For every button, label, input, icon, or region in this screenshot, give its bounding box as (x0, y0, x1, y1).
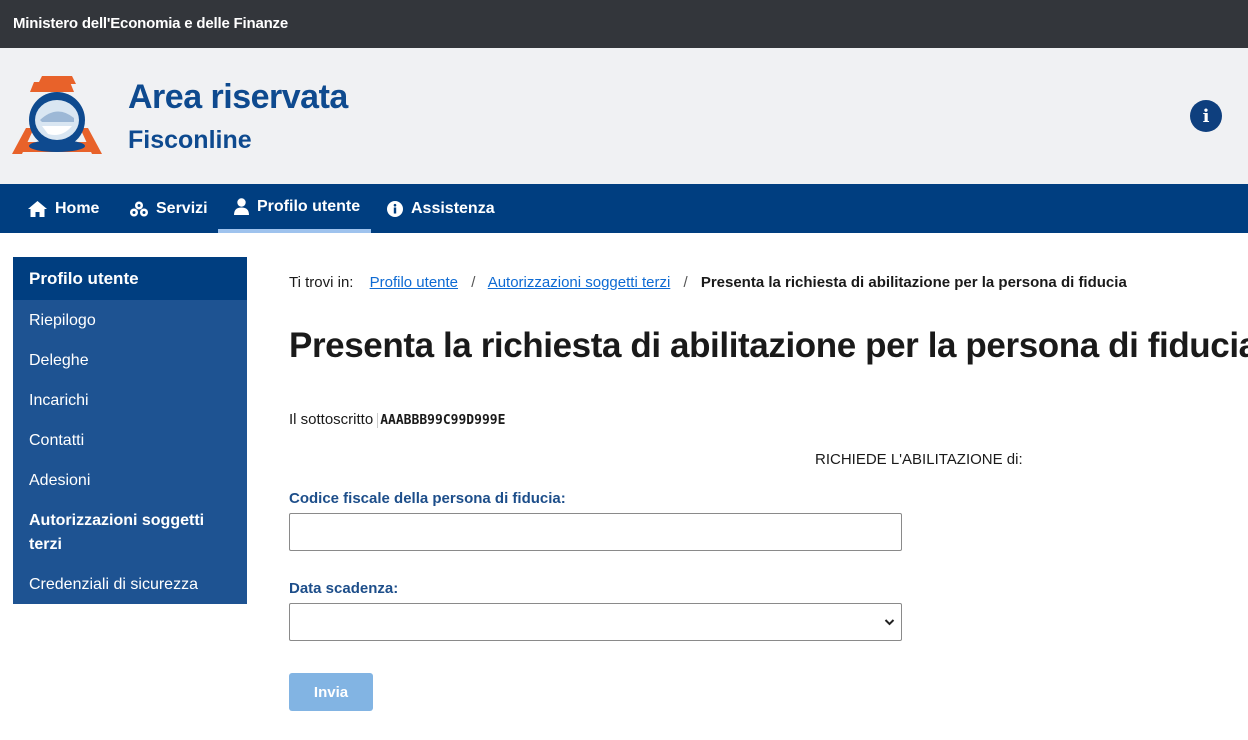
ministry-name: Ministero dell'Economia e delle Finanze (13, 15, 288, 32)
home-icon (28, 200, 47, 217)
sidebar-item-riepilogo[interactable]: Riepilogo (29, 312, 96, 330)
expiry-date-label: Data scadenza: (289, 580, 399, 597)
sidebar-item-autorizzazioni-soggetti-terzi[interactable]: Autorizzazioni soggetti terzi (29, 509, 229, 557)
ministry-bar: Ministero dell'Economia e delle Finanze (0, 0, 1248, 48)
nav-item-assistenza[interactable]: Assistenza (387, 184, 495, 233)
nav-item-servizi[interactable]: Servizi (130, 184, 208, 233)
breadcrumb-link-autorizzazioni[interactable]: Autorizzazioni soggetti terzi (488, 274, 671, 291)
breadcrumb-link-profilo-utente[interactable]: Profilo utente (370, 274, 458, 291)
undersigned-label: Il sottoscritto (289, 411, 374, 428)
agenzia-entrate-logo[interactable] (12, 76, 102, 156)
breadcrumb-current: Presenta la richiesta di abilitazione pe… (700, 274, 1127, 291)
undersigned-fiscal-code: AAABBB99C99D999E (377, 413, 506, 428)
site-header: Area riservata Fisconline i (0, 48, 1248, 184)
page-header-title: Area riservata (128, 78, 348, 116)
breadcrumb-separator: / (471, 274, 476, 291)
info-circle-icon (387, 200, 403, 217)
breadcrumb: Ti trovi in: Profilo utente / Autorizzaz… (289, 274, 1127, 291)
fiscal-code-label: Codice fiscale della persona di fiducia: (289, 490, 566, 507)
expiry-date-select[interactable] (289, 603, 902, 641)
sidebar-item-deleghe[interactable]: Deleghe (29, 352, 89, 370)
fiscal-code-input[interactable] (289, 513, 902, 551)
submit-button[interactable]: Invia (289, 673, 373, 711)
breadcrumb-prefix: Ti trovi in: (289, 274, 354, 291)
sidebar-item-adesioni[interactable]: Adesioni (29, 472, 90, 490)
page-header-subtitle: Fisconline (128, 126, 252, 154)
sidebar-header: Profilo utente (13, 257, 247, 300)
sidebar-item-incarichi[interactable]: Incarichi (29, 392, 89, 410)
chevron-down-icon (884, 619, 895, 626)
sidebar-item-contatti[interactable]: Contatti (29, 432, 84, 450)
services-icon (130, 201, 148, 216)
nav-label-assistenza: Assistenza (411, 199, 495, 217)
info-icon: i (1202, 106, 1210, 127)
main-nav: Home Servizi Profilo utente Assistenza (0, 184, 1248, 233)
nav-item-home[interactable]: Home (28, 184, 99, 233)
nav-label-servizi: Servizi (156, 199, 208, 217)
nav-label-home: Home (55, 199, 100, 217)
breadcrumb-separator: / (683, 274, 688, 291)
nav-item-profilo-utente[interactable]: Profilo utente (218, 184, 371, 233)
sidebar-menu: Profilo utente Riepilogo Deleghe Incaric… (13, 257, 247, 604)
nav-label-profilo-utente: Profilo utente (257, 197, 361, 215)
sidebar-item-credenziali-di-sicurezza[interactable]: Credenziali di sicurezza (29, 576, 198, 594)
page-title: Presenta la richiesta di abilitazione pe… (289, 326, 1248, 365)
request-statement: RICHIEDE L'ABILITAZIONE di: (815, 451, 1023, 468)
info-button[interactable]: i (1190, 100, 1222, 132)
user-icon (234, 198, 249, 215)
undersigned-line: Il sottoscritto AAABBB99C99D999E (289, 411, 506, 428)
